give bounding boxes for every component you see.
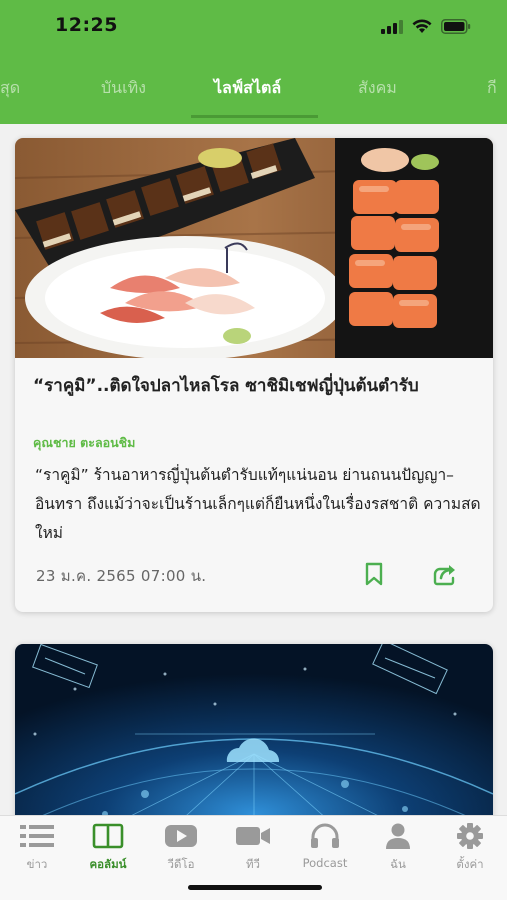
nav-label: ข่าว: [26, 857, 48, 871]
tab-entertainment[interactable]: บันเทิง: [101, 76, 146, 101]
sushi-photo[interactable]: [15, 138, 493, 358]
article-title[interactable]: “ราคูมิ”..ติดใจปลาไหลโรล ซาชิมิเชฟญี่ปุ่…: [33, 374, 483, 399]
gear-icon: [457, 823, 483, 849]
home-indicator: [188, 885, 322, 890]
nav-item-news[interactable]: ข่าว: [2, 822, 72, 874]
article-date: 23 ม.ค. 2565 07:00 น.: [36, 567, 207, 585]
nav-label: ฉัน: [390, 857, 406, 871]
article-summary: “ราคูมิ” ร้านอาหารญี่ปุ่นต้นตำรับแท้ๆแน่…: [35, 466, 481, 542]
system-icons: [381, 19, 471, 34]
nav-item-profile[interactable]: ฉัน: [363, 822, 433, 874]
nav-item-podcast[interactable]: Podcast: [290, 822, 360, 870]
nav-label: คอลัมน์: [89, 857, 127, 871]
headphones-icon: [311, 823, 339, 848]
nav-item-video[interactable]: วีดีโอ: [146, 822, 216, 874]
play-icon: [165, 825, 197, 847]
network-satellite-photo[interactable]: [15, 644, 493, 844]
signal-icon: [381, 19, 403, 34]
nav-label: วีดีโอ: [167, 857, 195, 871]
share-icon[interactable]: [430, 560, 458, 588]
nav-item-tv[interactable]: ทีวี: [218, 822, 288, 874]
tab-sport[interactable]: กี: [487, 76, 497, 101]
article-card[interactable]: [15, 644, 493, 844]
columns-icon: [92, 823, 124, 849]
status-bar: 12:25: [0, 0, 507, 56]
active-tab-indicator: [191, 115, 318, 118]
status-time: 12:25: [55, 14, 118, 36]
nav-label: ทีวี: [245, 857, 261, 871]
user-icon: [386, 823, 410, 849]
wifi-icon: [412, 19, 432, 33]
tab-lifestyle[interactable]: ไลฟ์สไตล์: [214, 76, 281, 101]
header: 12:25 สุด บันเทิง ไลฟ์สไตล์ สังคม กี: [0, 0, 507, 124]
tab-social[interactable]: สังคม: [358, 76, 397, 101]
article-author[interactable]: คุณชาย ตะลอนชิม: [33, 433, 135, 453]
nav-label: ตั้งค่า: [456, 857, 484, 871]
bookmark-icon[interactable]: [360, 560, 388, 588]
nav-item-columns[interactable]: คอลัมน์: [73, 822, 143, 874]
video-camera-icon: [236, 827, 270, 845]
list-icon: [20, 825, 54, 847]
article-card[interactable]: “ราคูมิ”..ติดใจปลาไหลโรล ซาชิมิเชฟญี่ปุ่…: [15, 138, 493, 612]
battery-icon: [441, 19, 471, 34]
nav-label: Podcast: [302, 856, 348, 870]
app-screen: 12:25 สุด บันเทิง ไลฟ์สไตล์ สังคม กี “รา…: [0, 0, 507, 900]
tab-latest[interactable]: สุด: [0, 76, 20, 101]
category-tabs: สุด บันเทิง ไลฟ์สไตล์ สังคม กี: [0, 62, 507, 118]
nav-item-settings[interactable]: ตั้งค่า: [435, 822, 505, 874]
